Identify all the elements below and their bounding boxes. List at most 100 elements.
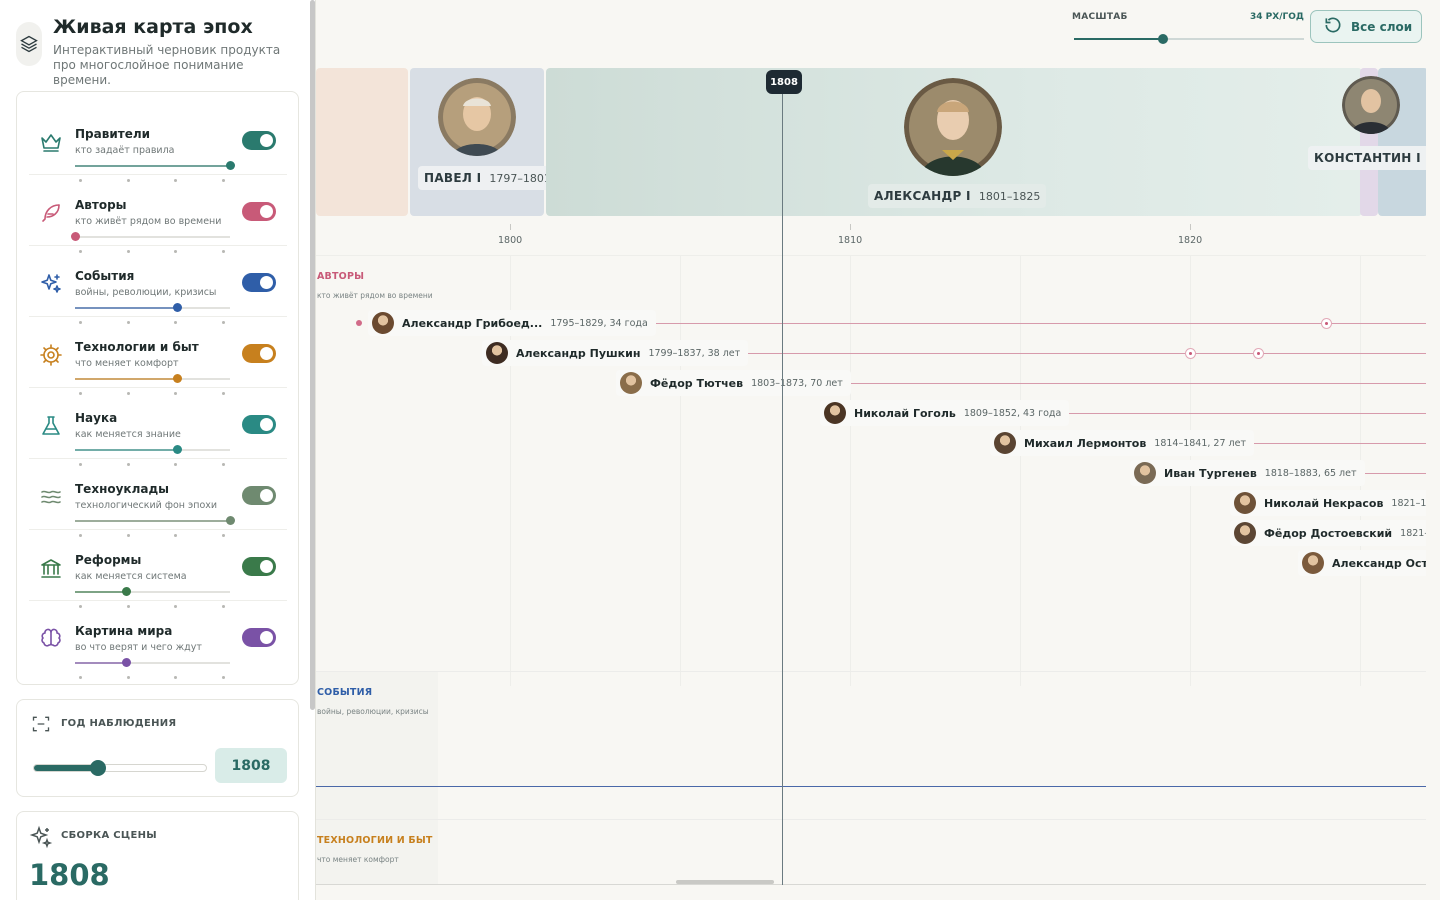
flask-icon xyxy=(39,414,63,438)
layer-row[interactable]: Техноуклады технологический фон эпохи xyxy=(29,459,287,537)
layer-weight-handle[interactable] xyxy=(226,516,235,525)
layer-row[interactable]: События войны, революции, кризисы xyxy=(29,246,287,324)
year-cursor-badge[interactable]: 1808 xyxy=(766,70,802,94)
layer-toggle[interactable] xyxy=(242,486,276,505)
sidebar-scrollbar[interactable] xyxy=(310,0,315,710)
axis-tick-label: 1800 xyxy=(498,235,523,246)
layer-step-dot[interactable] xyxy=(174,676,177,679)
author-work-marker[interactable] xyxy=(1253,348,1264,359)
author-chip[interactable]: Александр Остр xyxy=(1298,550,1440,576)
layer-name: Наука xyxy=(75,411,118,425)
layer-weight-slider[interactable] xyxy=(75,658,230,667)
timeline-main: МАСШТАБ 34 PX/ГОД Все слои ПАВЕЛ I 1797–… xyxy=(316,0,1440,900)
author-chip[interactable]: Николай Некрасов1821–1877, xyxy=(1230,490,1440,516)
waves-icon xyxy=(39,485,63,509)
layer-toggle[interactable] xyxy=(242,415,276,434)
layer-row[interactable]: Картина мира во что верят и чего ждут xyxy=(29,601,287,679)
layer-weight-handle[interactable] xyxy=(173,374,183,383)
author-years: 1809–1852, 43 года xyxy=(963,407,1062,419)
layer-weight-slider[interactable] xyxy=(71,232,230,241)
author-avatar xyxy=(620,372,642,394)
layer-step-dot[interactable] xyxy=(221,676,225,679)
layer-toggle[interactable] xyxy=(242,273,276,292)
year-slider-fill xyxy=(34,765,98,771)
timeline-bottom-border xyxy=(316,884,1428,885)
layer-row[interactable]: Реформы как меняется система xyxy=(29,530,287,608)
author-avatar xyxy=(486,342,508,364)
layer-row[interactable]: Технологии и быт что меняет комфорт xyxy=(29,317,287,395)
layer-weight-handle[interactable] xyxy=(226,161,235,170)
axis-tick xyxy=(1190,224,1191,230)
layer-toggle[interactable] xyxy=(242,344,276,363)
author-chip[interactable]: Александр Пушкин 1799–1837, 38 лет xyxy=(482,340,749,366)
gear-icon xyxy=(39,343,63,367)
scene-year: 1808 xyxy=(29,858,110,892)
axis-tick-label: 1820 xyxy=(1178,235,1203,246)
layer-toggle[interactable] xyxy=(242,131,276,150)
author-chip[interactable]: Иван Тургенев 1818–1883, 65 лет xyxy=(1130,460,1365,486)
author-chip[interactable]: Фёдор Тютчев 1803–1873, 70 лет xyxy=(616,370,851,396)
author-lifeline xyxy=(836,383,1426,384)
year-slider[interactable] xyxy=(33,760,207,776)
layer-weight-slider[interactable] xyxy=(75,161,235,170)
layer-desc: как меняется знание xyxy=(75,429,181,440)
layer-weight-handle[interactable] xyxy=(173,445,183,454)
ruler-band-paul[interactable]: ПАВЕЛ I 1797–1801 xyxy=(410,68,557,216)
layer-step-dot[interactable] xyxy=(126,676,130,679)
author-lifeline xyxy=(1054,413,1426,414)
author-chip[interactable]: Николай Гоголь 1809–1852, 43 года xyxy=(820,400,1070,426)
year-slider-handle[interactable] xyxy=(89,760,106,776)
feather-icon xyxy=(39,201,63,225)
layer-step-dot[interactable] xyxy=(79,676,82,679)
layer-weight-slider[interactable] xyxy=(75,303,230,312)
layer-weight-handle[interactable] xyxy=(122,587,132,596)
author-work-marker[interactable] xyxy=(1321,318,1332,329)
layer-desc: как меняется система xyxy=(75,571,187,582)
year-input[interactable]: 1808 xyxy=(215,748,287,783)
layer-row[interactable]: Авторы кто живёт рядом во времени xyxy=(29,175,287,253)
horizontal-scrollbar[interactable] xyxy=(676,880,774,884)
layer-toggle[interactable] xyxy=(242,202,276,221)
author-work-marker[interactable] xyxy=(1185,348,1196,359)
all-layers-button[interactable]: Все слои xyxy=(1310,10,1422,43)
author-years: 1795–1829, 34 года xyxy=(550,317,648,329)
author-chip[interactable]: Михаил Лермонтов 1814–1841, 27 лет xyxy=(990,430,1254,456)
layer-weight-handle[interactable] xyxy=(122,658,132,667)
scene-card: СБОРКА СЦЕНЫ 1808 xyxy=(16,811,299,900)
author-chip[interactable]: Александр Грибоед... 1795–1829, 34 года xyxy=(368,310,656,336)
layer-name: Реформы xyxy=(75,553,142,567)
right-gutter xyxy=(1426,60,1440,888)
author-chip[interactable]: Фёдор Достоевский1821–188 xyxy=(1230,520,1440,546)
events-track-line xyxy=(316,786,1428,787)
layer-weight-handle[interactable] xyxy=(71,232,80,241)
layers-logo-icon xyxy=(16,22,42,66)
layer-weight-slider[interactable] xyxy=(75,516,235,525)
layer-toggle[interactable] xyxy=(242,628,276,647)
layer-weight-handle[interactable] xyxy=(173,303,183,312)
ruler-label-alexander: АЛЕКСАНДР I 1801–1825 xyxy=(868,184,1047,208)
author-avatar xyxy=(372,312,394,334)
app-title: Живая карта эпох xyxy=(53,16,253,38)
layer-weight-fill xyxy=(75,378,178,380)
grid-line xyxy=(1020,256,1021,686)
scale-value: 34 PX/ГОД xyxy=(1250,12,1304,22)
section-sub-authors: кто живёт рядом во времени xyxy=(317,291,433,300)
layer-weight-slider[interactable] xyxy=(75,587,230,596)
layer-desc: кто живёт рядом во времени xyxy=(75,216,222,227)
scale-slider[interactable] xyxy=(1074,34,1304,44)
scale-slider-handle[interactable] xyxy=(1158,34,1168,44)
layer-weight-slider[interactable] xyxy=(75,374,230,383)
layer-name: Технологии и быт xyxy=(75,340,199,354)
year-cursor-line xyxy=(782,78,783,885)
section-title-events: СОБЫТИЯ xyxy=(317,687,373,698)
author-name: Фёдор Достоевский xyxy=(1264,526,1393,540)
layer-weight-fill xyxy=(75,449,178,451)
layer-row[interactable]: Правители кто задаёт правила xyxy=(29,104,287,182)
layer-desc: во что верят и чего ждут xyxy=(75,642,202,653)
observation-card: ГОД НАБЛЮДЕНИЯ 1808 xyxy=(16,699,299,797)
layer-name: Правители xyxy=(75,127,151,141)
layer-weight-slider[interactable] xyxy=(75,445,230,454)
layer-toggle[interactable] xyxy=(242,557,276,576)
ruler-band-alexander[interactable]: АЛЕКСАНДР I 1801–1825 xyxy=(546,68,1362,216)
layer-row[interactable]: Наука как меняется знание xyxy=(29,388,287,466)
